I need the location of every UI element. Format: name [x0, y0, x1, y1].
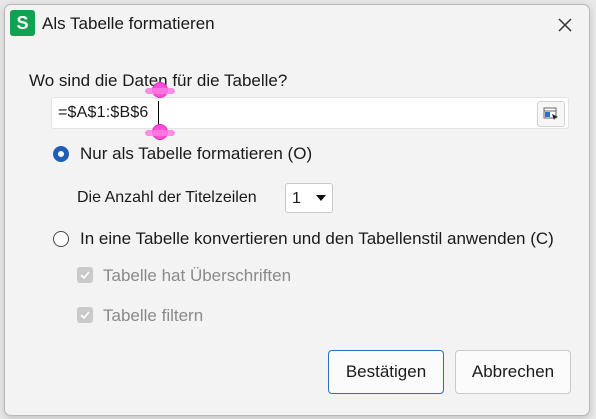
dialog-title: Als Tabelle formatieren — [42, 14, 215, 33]
range-input-value: =$A$1:$B$6 — [58, 104, 149, 121]
radio-format-only-label: Nur als Tabelle formatieren (O) — [80, 144, 313, 163]
app-icon-letter: S — [16, 12, 29, 33]
range-picker-icon — [543, 107, 558, 120]
radio-convert-to-table-label: In eine Tabelle konvertieren und den Tab… — [80, 229, 554, 248]
range-input[interactable]: =$A$1:$B$6 — [51, 82, 569, 140]
title-rows-label: Die Anzahl der Titelzeilen — [77, 189, 257, 206]
checkmark-icon — [80, 311, 90, 319]
chevron-down-icon — [316, 195, 326, 201]
selection-handle-bottom[interactable] — [145, 124, 175, 140]
checkbox-has-headers[interactable] — [77, 267, 93, 283]
checkbox-has-headers-label: Tabelle hat Überschriften — [103, 266, 292, 285]
checkbox-filter-table[interactable] — [77, 307, 93, 323]
checkbox-filter-table-label: Tabelle filtern — [103, 306, 204, 325]
confirm-button[interactable]: Bestätigen — [328, 350, 444, 394]
cancel-button[interactable]: Abbrechen — [455, 350, 571, 394]
title-bar: S Als Tabelle formatieren — [5, 5, 589, 45]
close-icon — [558, 18, 572, 32]
radio-format-only[interactable] — [53, 146, 69, 162]
title-rows-select[interactable]: 1 — [285, 183, 333, 213]
spreadsheet-app-icon: S — [10, 10, 35, 36]
selection-handle-top[interactable] — [145, 82, 175, 98]
title-rows-value: 1 — [292, 190, 301, 207]
radio-convert-to-table[interactable] — [53, 231, 69, 247]
format-as-table-dialog: S Als Tabelle formatieren Wo sind die Da… — [4, 4, 590, 416]
select-range-button[interactable] — [537, 101, 565, 127]
checkmark-icon — [80, 271, 90, 279]
close-button[interactable] — [549, 9, 581, 41]
